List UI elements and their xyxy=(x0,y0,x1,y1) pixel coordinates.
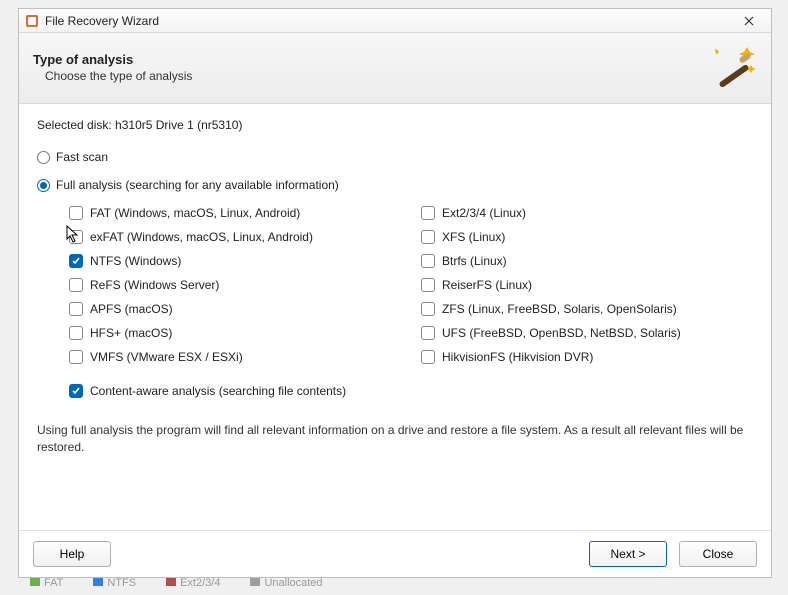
close-button[interactable]: Close xyxy=(679,541,757,567)
app-icon xyxy=(25,14,39,28)
checkbox-icon xyxy=(69,350,83,364)
checkbox-icon xyxy=(69,254,83,268)
checkbox-icon xyxy=(69,302,83,316)
checkbox-label: FAT (Windows, macOS, Linux, Android) xyxy=(90,206,300,220)
radio-label: Fast scan xyxy=(56,150,108,164)
checkbox-content-aware[interactable]: Content-aware analysis (searching file c… xyxy=(69,384,753,398)
wizard-footer: Help Next > Close xyxy=(19,530,771,577)
checkbox-icon xyxy=(421,230,435,244)
checkbox-label: Content-aware analysis (searching file c… xyxy=(90,384,346,398)
checkbox-icon xyxy=(421,254,435,268)
radio-icon xyxy=(37,179,50,192)
checkbox-label: Ext2/3/4 (Linux) xyxy=(442,206,526,220)
analysis-description: Using full analysis the program will fin… xyxy=(37,422,753,456)
window-title: File Recovery Wizard xyxy=(45,14,159,28)
checkbox-label: UFS (FreeBSD, OpenBSD, NetBSD, Solaris) xyxy=(442,326,681,340)
filesystem-grid: FAT (Windows, macOS, Linux, Android) exF… xyxy=(69,206,753,364)
checkbox-label: ReiserFS (Linux) xyxy=(442,278,532,292)
checkbox-fat[interactable]: FAT (Windows, macOS, Linux, Android) xyxy=(69,206,401,220)
checkbox-apfs[interactable]: APFS (macOS) xyxy=(69,302,401,316)
checkbox-icon xyxy=(421,350,435,364)
next-button[interactable]: Next > xyxy=(589,541,667,567)
checkbox-ufs[interactable]: UFS (FreeBSD, OpenBSD, NetBSD, Solaris) xyxy=(421,326,753,340)
titlebar: File Recovery Wizard xyxy=(19,9,771,33)
checkbox-icon xyxy=(69,278,83,292)
help-button[interactable]: Help xyxy=(33,541,111,567)
checkbox-icon xyxy=(69,230,83,244)
selected-disk-label: Selected disk: h310r5 Drive 1 (nr5310) xyxy=(37,118,753,132)
checkbox-label: VMFS (VMware ESX / ESXi) xyxy=(90,350,243,364)
close-icon[interactable] xyxy=(733,11,765,31)
checkbox-zfs[interactable]: ZFS (Linux, FreeBSD, Solaris, OpenSolari… xyxy=(421,302,753,316)
checkbox-icon xyxy=(421,206,435,220)
checkbox-label: Btrfs (Linux) xyxy=(442,254,507,268)
checkbox-exfat[interactable]: exFAT (Windows, macOS, Linux, Android) xyxy=(69,230,401,244)
checkbox-reiserfs[interactable]: ReiserFS (Linux) xyxy=(421,278,753,292)
checkbox-hfsplus[interactable]: HFS+ (macOS) xyxy=(69,326,401,340)
checkbox-label: APFS (macOS) xyxy=(90,302,173,316)
checkbox-icon xyxy=(421,302,435,316)
wizard-content: Selected disk: h310r5 Drive 1 (nr5310) F… xyxy=(19,104,771,530)
background-legend: FAT NTFS Ext2/3/4 Unallocated xyxy=(30,577,323,589)
checkbox-label: HikvisionFS (Hikvision DVR) xyxy=(442,350,593,364)
checkbox-label: NTFS (Windows) xyxy=(90,254,181,268)
radio-full-analysis[interactable]: Full analysis (searching for any availab… xyxy=(37,178,753,192)
wizard-header: Type of analysis Choose the type of anal… xyxy=(19,33,771,104)
checkbox-label: exFAT (Windows, macOS, Linux, Android) xyxy=(90,230,313,244)
checkbox-label: HFS+ (macOS) xyxy=(90,326,172,340)
checkbox-vmfs[interactable]: VMFS (VMware ESX / ESXi) xyxy=(69,350,401,364)
checkbox-icon xyxy=(69,326,83,340)
radio-label: Full analysis (searching for any availab… xyxy=(56,178,339,192)
checkbox-hikvisionfs[interactable]: HikvisionFS (Hikvision DVR) xyxy=(421,350,753,364)
checkbox-icon xyxy=(421,326,435,340)
checkbox-btrfs[interactable]: Btrfs (Linux) xyxy=(421,254,753,268)
checkbox-ext[interactable]: Ext2/3/4 (Linux) xyxy=(421,206,753,220)
checkbox-label: ReFS (Windows Server) xyxy=(90,278,219,292)
wizard-dialog: File Recovery Wizard Type of analysis Ch… xyxy=(18,8,772,578)
checkbox-label: XFS (Linux) xyxy=(442,230,505,244)
checkbox-icon xyxy=(69,384,83,398)
checkbox-refs[interactable]: ReFS (Windows Server) xyxy=(69,278,401,292)
radio-fast-scan[interactable]: Fast scan xyxy=(37,150,753,164)
checkbox-icon xyxy=(69,206,83,220)
header-title: Type of analysis xyxy=(33,52,709,67)
checkbox-xfs[interactable]: XFS (Linux) xyxy=(421,230,753,244)
checkbox-icon xyxy=(421,278,435,292)
radio-icon xyxy=(37,151,50,164)
header-subtitle: Choose the type of analysis xyxy=(33,69,709,83)
checkbox-ntfs[interactable]: NTFS (Windows) xyxy=(69,254,401,268)
checkbox-label: ZFS (Linux, FreeBSD, Solaris, OpenSolari… xyxy=(442,302,677,316)
wizard-wand-icon xyxy=(709,43,757,91)
